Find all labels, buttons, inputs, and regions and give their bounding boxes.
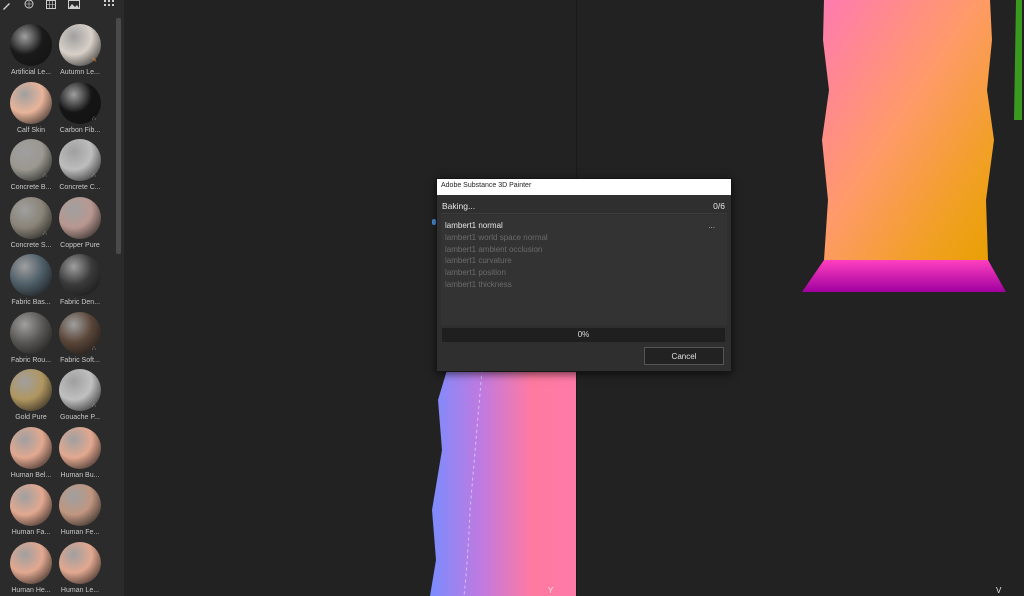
material-label: Carbon Fib... <box>59 126 101 134</box>
divider <box>441 213 727 214</box>
material-item[interactable]: Human Fa... <box>3 484 59 540</box>
material-thumbnail <box>10 24 52 66</box>
material-label: Autumn Le... <box>60 69 100 76</box>
material-thumbnail <box>10 311 52 354</box>
baking-status: Baking... <box>442 201 476 211</box>
progress-text: 0% <box>577 330 590 339</box>
apps-grid-icon[interactable] <box>104 0 116 10</box>
material-label: Human Bel... <box>10 471 52 479</box>
bake-task-item: lambert1 world space normal <box>445 232 548 242</box>
material-item[interactable]: Human Le... <box>52 541 108 596</box>
material-label: Human Fa... <box>11 529 51 536</box>
material-item[interactable]: Fabric Bas... <box>3 254 59 310</box>
material-label: Copper Pure <box>60 241 100 249</box>
dialog-title: Adobe Substance 3D Painter <box>441 182 532 189</box>
material-item[interactable]: Human Fe... <box>52 484 108 540</box>
material-item[interactable]: Human Bu... <box>52 426 108 483</box>
shelf-toolbar <box>0 0 124 16</box>
material-item[interactable]: Artificial Le... <box>3 24 59 80</box>
material-item[interactable]: Human Bel... <box>3 426 59 483</box>
shelf-scrollbar[interactable] <box>116 18 121 254</box>
material-label: Concrete C... <box>59 184 101 191</box>
material-item[interactable]: Fabric Rou... <box>3 311 59 368</box>
material-label: Human Fe... <box>60 529 100 536</box>
material-item[interactable]: Copper Pure <box>52 196 108 253</box>
material-label: Human Bu... <box>60 471 100 479</box>
material-thumbnail <box>59 254 101 296</box>
substance-badge-icon: ∴ <box>92 115 96 122</box>
material-label: Fabric Den... <box>59 299 101 306</box>
material-item[interactable]: ∴ Gouache P... <box>52 369 108 425</box>
material-label: Fabric Soft... <box>60 356 100 364</box>
material-item[interactable]: ✎ Autumn Le... <box>52 24 108 80</box>
bake-task-item: lambert1 position <box>445 268 506 278</box>
material-thumbnail <box>59 196 101 239</box>
material-item[interactable]: ∴ Concrete S... <box>3 196 59 253</box>
material-thumbnail <box>59 484 101 526</box>
substance-badge-icon: ∴ <box>92 403 96 409</box>
axis-label-v: V <box>996 586 1002 595</box>
grid-icon[interactable] <box>46 0 58 10</box>
material-item[interactable]: ∴ Carbon Fib... <box>52 81 108 138</box>
baking-count: 0/6 <box>713 201 725 211</box>
material-item[interactable]: Gold Pure <box>3 369 59 425</box>
material-item[interactable]: Fabric Den... <box>52 254 108 310</box>
progress-bar: 0% <box>442 328 725 342</box>
bake-task-item: lambert1 normal <box>445 221 503 230</box>
material-thumbnail <box>10 541 52 584</box>
material-item[interactable]: ∴ Concrete C... <box>52 139 108 195</box>
axis-label-y: Y <box>548 586 554 595</box>
material-thumbnail <box>10 369 52 411</box>
brush-badge-icon: ✎ <box>92 58 98 64</box>
material-thumbnail <box>10 254 52 296</box>
brush-icon[interactable] <box>2 0 14 10</box>
task-more-indicator: ... <box>708 221 715 230</box>
bake-task-item: lambert1 thickness <box>445 280 512 289</box>
material-item[interactable]: ∴ Fabric Soft... <box>52 311 108 368</box>
material-thumbnail <box>10 484 52 526</box>
material-label: Concrete S... <box>10 241 52 249</box>
sphere-icon[interactable] <box>24 0 36 10</box>
material-thumbnail <box>10 81 52 124</box>
cancel-button[interactable]: Cancel <box>644 347 724 365</box>
material-label: Human Le... <box>60 586 100 594</box>
material-label: Fabric Bas... <box>11 299 51 306</box>
mesh-preview <box>430 360 576 596</box>
material-item[interactable]: Calf Skin <box>3 81 59 138</box>
baking-dialog: Adobe Substance 3D Painter Baking... 0/6… <box>436 178 732 372</box>
uv-texture-preview <box>802 0 1022 292</box>
substance-badge-icon: ∴ <box>43 173 47 179</box>
bake-task-item: lambert1 curvature <box>445 256 512 266</box>
material-label: Artificial Le... <box>10 69 52 76</box>
material-thumbnail <box>59 426 101 469</box>
material-label: Gouache P... <box>60 414 100 421</box>
substance-badge-icon: ∴ <box>92 345 96 352</box>
substance-badge-icon: ∴ <box>43 230 47 237</box>
image-icon[interactable] <box>68 0 80 10</box>
material-thumbnail <box>10 426 52 469</box>
bake-task-list: ... lambert1 normal lambert1 world space … <box>441 215 727 325</box>
material-label: Human He... <box>11 586 51 594</box>
material-label: Concrete B... <box>10 184 52 191</box>
material-label: Fabric Rou... <box>10 356 52 364</box>
material-thumbnail <box>59 541 101 584</box>
material-label: Gold Pure <box>15 414 47 421</box>
material-item[interactable]: Human He... <box>3 541 59 596</box>
substance-badge-icon: ∴ <box>92 173 96 179</box>
material-shelf: Artificial Le... ✎ Autumn Le... Calf Skin ∴ C… <box>0 0 124 596</box>
material-item[interactable]: ∴ Concrete B... <box>3 139 59 195</box>
bake-task-item: lambert1 ambient occlusion <box>445 244 543 254</box>
dialog-titlebar[interactable]: Adobe Substance 3D Painter <box>437 179 731 195</box>
material-label: Calf Skin <box>16 126 45 134</box>
